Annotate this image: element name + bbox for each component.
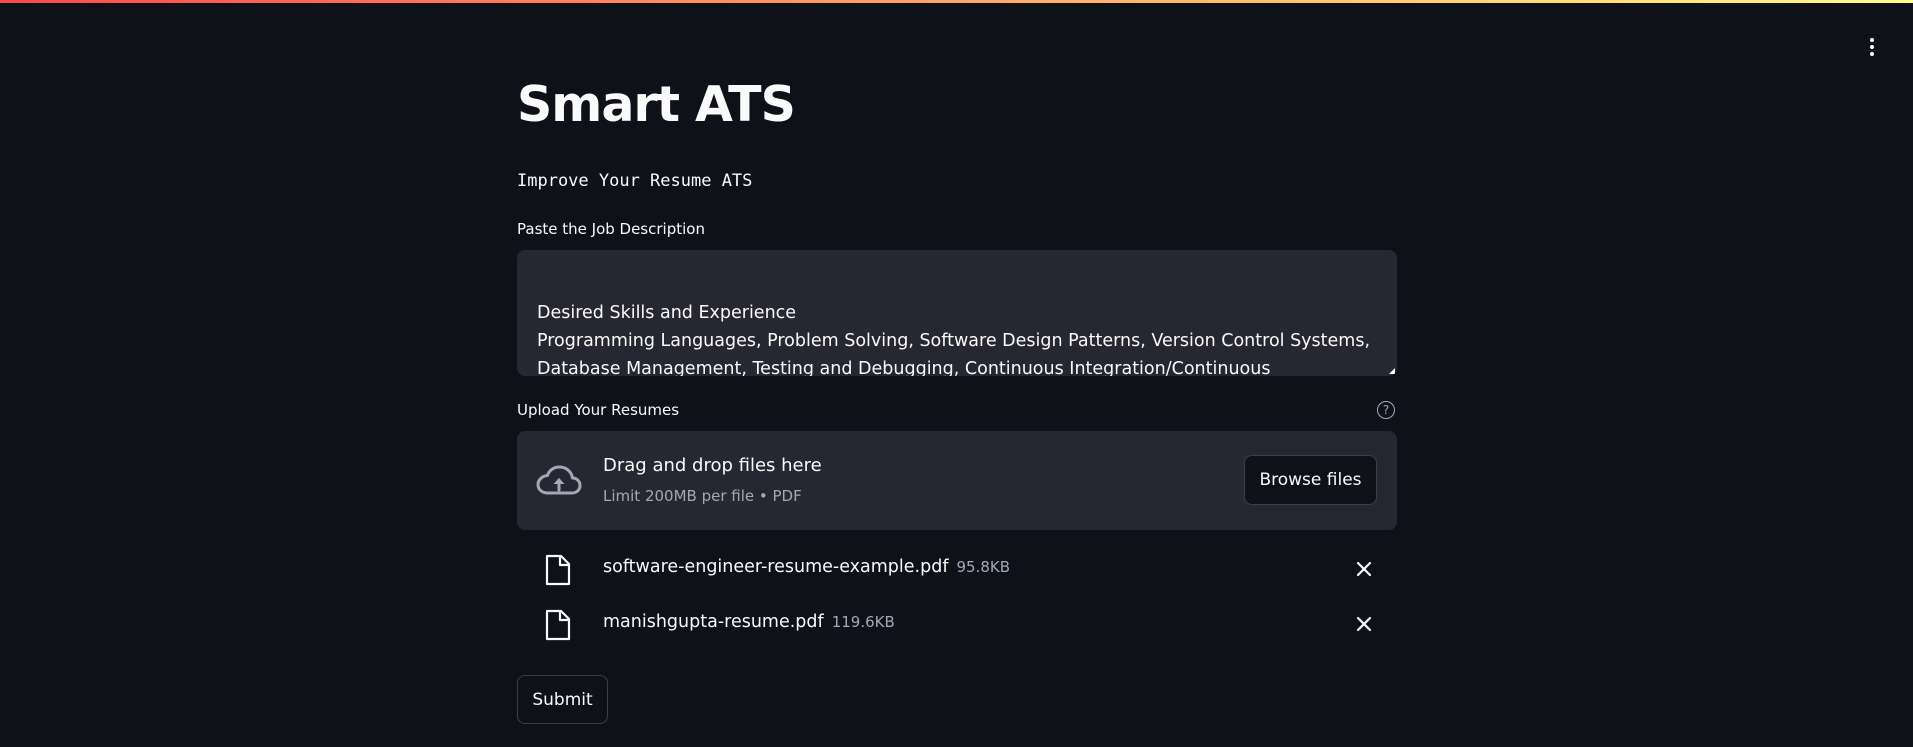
page-title: Smart ATS <box>517 76 796 133</box>
file-name-text: software-engineer-resume-example.pdf <box>603 557 949 577</box>
job-description-label: Paste the Job Description <box>517 220 705 238</box>
file-size: 119.6KB <box>831 613 895 631</box>
submit-button[interactable]: Submit <box>517 675 608 724</box>
uploaded-file-row: software-engineer-resume-example.pdf 95.8… <box>517 549 1397 589</box>
file-name-text: manishgupta-resume.pdf <box>603 612 824 632</box>
menu-dot-icon <box>1870 38 1874 42</box>
dropzone-limit: Limit 200MB per file • PDF <box>603 487 802 505</box>
file-name: manishgupta-resume.pdf 119.6KB <box>603 612 895 632</box>
cloud-upload-icon <box>536 465 582 495</box>
top-decoration-bar <box>0 0 1913 3</box>
question-circle-icon[interactable]: ? <box>1377 401 1395 419</box>
upload-resumes-label: Upload Your Resumes <box>517 401 680 419</box>
job-description-textarea[interactable]: Desired Skills and Experience Programmin… <box>517 250 1397 376</box>
page-subtitle: Improve Your Resume ATS <box>517 171 753 191</box>
main-menu-button[interactable] <box>1858 33 1886 61</box>
uploaded-file-row: manishgupta-resume.pdf 119.6KB <box>517 604 1397 644</box>
file-dropzone[interactable]: Drag and drop files here Limit 200MB per… <box>517 431 1397 530</box>
browse-files-button[interactable]: Browse files <box>1244 455 1377 505</box>
file-name: software-engineer-resume-example.pdf 95.8… <box>603 557 1010 577</box>
file-size: 95.8KB <box>956 558 1011 576</box>
file-icon <box>545 609 571 641</box>
menu-dot-icon <box>1870 52 1874 56</box>
resize-handle-icon[interactable] <box>1389 368 1395 374</box>
file-icon <box>545 554 571 586</box>
close-icon[interactable] <box>1354 614 1374 634</box>
dropzone-title: Drag and drop files here <box>603 455 822 476</box>
job-description-text[interactable]: Desired Skills and Experience Programmin… <box>537 303 1370 376</box>
close-icon[interactable] <box>1354 559 1374 579</box>
menu-dot-icon <box>1870 45 1874 49</box>
